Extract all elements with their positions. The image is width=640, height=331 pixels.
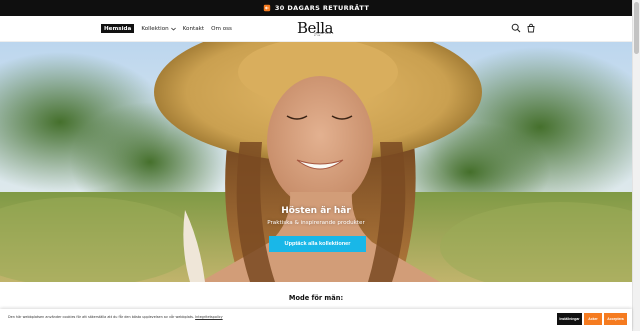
announcement-text: 30 DAGARS RETURRÄTT (274, 4, 370, 12)
page-scrollbar[interactable] (632, 0, 640, 331)
cart-icon[interactable] (526, 23, 536, 33)
cookie-banner: Den här webbplatsen använder cookies för… (0, 309, 632, 331)
nav-item-om-oss[interactable]: Om oss (211, 26, 232, 32)
brand-tagline: ORIGINAL WEAR & STYLE (314, 33, 334, 37)
search-icon[interactable] (511, 23, 521, 33)
cookie-settings-button[interactable]: Inställningar (557, 313, 582, 325)
chevron-down-icon (170, 27, 176, 31)
cookie-message: Den här webbplatsen använder cookies för… (8, 315, 223, 319)
discover-collections-button[interactable]: Upptäck alla kollektioner (269, 236, 366, 252)
hero-subtitle: Praktiska & inspirerande produkter (267, 220, 365, 226)
scrollbar-thumb[interactable] (634, 2, 639, 54)
nav-item-kontakt[interactable]: Kontakt (183, 26, 204, 32)
return-box-icon (263, 4, 271, 12)
section-title: Mode för män: (288, 294, 344, 302)
cookie-message-text: Den här webbplatsen använder cookies för… (8, 315, 195, 319)
cookie-accept-all-button[interactable]: Acceptera (604, 313, 627, 325)
nav-item-hemsida[interactable]: Hemsida (101, 24, 135, 33)
nav-item-label: Kollektion (141, 25, 169, 32)
cookie-accept-button[interactable]: Acker (584, 313, 602, 325)
site-header: Hemsida Kollektion Kontakt Om oss Bella … (0, 16, 632, 42)
hero-title: Hösten är här (281, 206, 351, 216)
privacy-policy-link[interactable]: Integritetspolicy (195, 315, 223, 319)
nav-item-kollektion[interactable]: Kollektion (141, 25, 176, 32)
brand-logo[interactable]: Bella ORIGINAL WEAR & STYLE (297, 18, 337, 38)
main-nav: Hemsida Kollektion Kontakt Om oss (101, 24, 232, 33)
hero-banner: Hösten är här Praktiska & inspirerande p… (0, 42, 632, 282)
announcement-bar: 30 DAGARS RETURRÄTT (0, 0, 632, 16)
